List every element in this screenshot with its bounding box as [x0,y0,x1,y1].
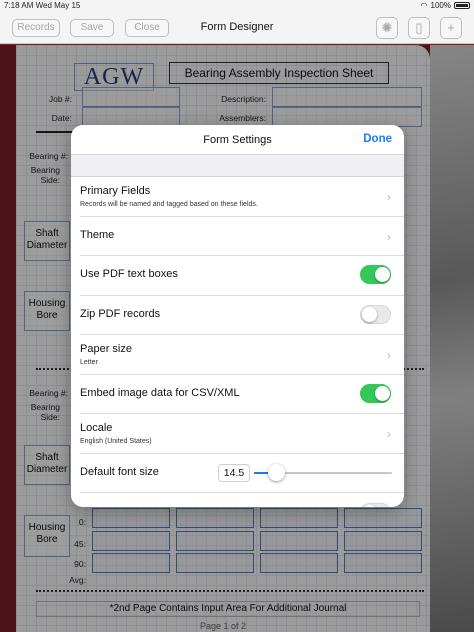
status-bar: 7:18 AM Wed May 15 ◠ 100% [0,0,474,12]
window-title: Form Designer [200,21,274,33]
chevron-right-icon: › [387,229,391,244]
status-time: 7:18 AM Wed May 15 [4,1,81,10]
pdf-text-boxes-row: Use PDF text boxes [80,256,404,296]
battery-icon [454,2,470,9]
chevron-right-icon: › [387,348,391,362]
add-icon[interactable]: + [440,17,462,39]
row-label: Locale [80,422,113,434]
slider-thumb[interactable] [268,463,285,481]
pdf-text-boxes-toggle[interactable] [360,265,391,284]
zip-pdf-toggle[interactable] [360,304,391,324]
locale-row[interactable]: Locale English (United States) › [80,414,404,454]
theme-row[interactable]: Theme › [80,217,404,256]
wifi-icon: ◠ [420,1,428,10]
modal-title: Form Settings [203,134,272,146]
embed-image-toggle[interactable] [360,383,391,403]
row-label: Primary Fields [80,185,151,197]
row-label: Zip PDF records [80,307,161,320]
row-label: Paper size [80,343,132,355]
font-size-slider[interactable] [254,463,392,481]
chevron-right-icon: › [387,427,391,441]
row-label: Default font size [80,465,159,478]
paper-size-row[interactable]: Paper size Letter › [80,335,404,375]
toolbar: Records Save Close Form Designer ✺ ▯ + [0,12,474,44]
status-right: ◠ 100% [421,1,470,10]
primary-fields-row[interactable]: Primary Fields Records will be named and… [80,177,404,217]
font-size-field[interactable]: 14.5 [218,463,250,482]
next-row-partial [80,493,404,507]
font-size-row: Default font size 14.5 [80,454,404,493]
form-settings-modal: Form Settings Done Primary Fields Record… [71,125,404,507]
battery-percent: 100% [430,1,451,10]
modal-header: Form Settings Done [71,125,404,155]
row-label: Theme [80,228,115,241]
done-button[interactable]: Done [363,133,392,145]
row-subtitle: Letter [80,359,98,366]
row-label: Embed image data for CSV/XML [80,386,240,399]
document-icon[interactable]: ▯ [408,17,430,39]
zip-pdf-row: Zip PDF records [80,296,404,335]
chevron-right-icon: › [387,190,391,204]
settings-icon[interactable]: ✺ [376,17,398,39]
embed-image-row: Embed image data for CSV/XML [80,375,404,414]
row-label: Use PDF text boxes [80,268,178,280]
section-spacer [71,155,404,177]
row-subtitle: English (United States) [80,438,152,445]
partial-toggle[interactable] [360,503,391,507]
row-subtitle: Records will be named and tagged based o… [80,201,258,208]
